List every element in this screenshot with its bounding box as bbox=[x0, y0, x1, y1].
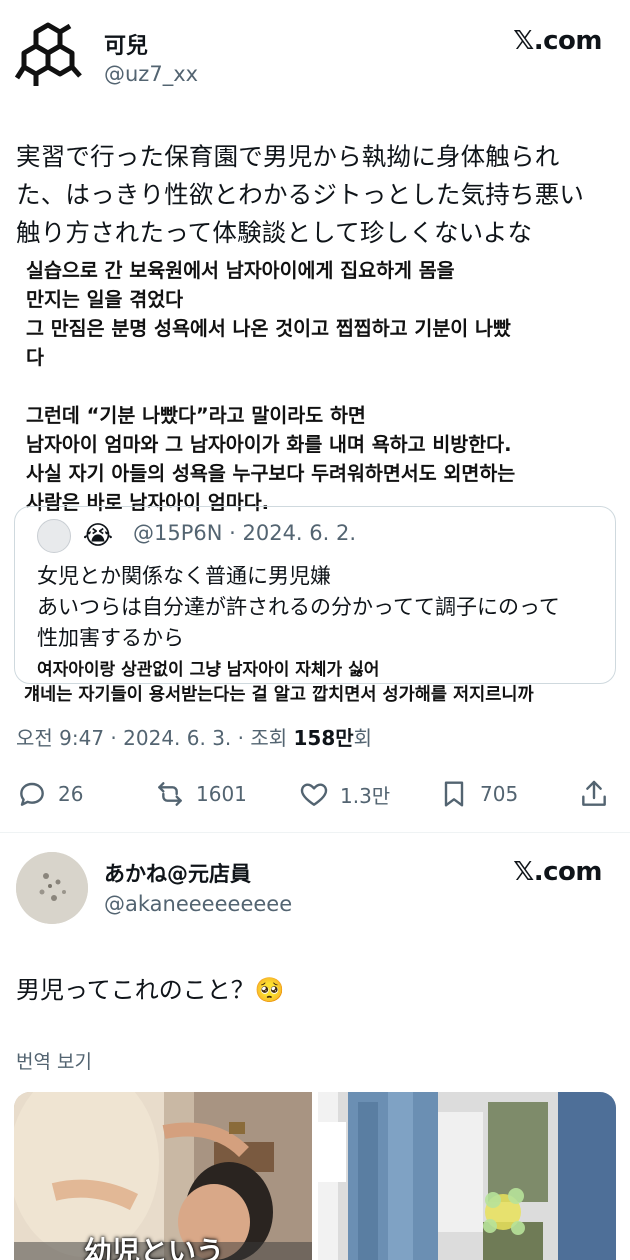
tweet-text: 実習で行った保育園で男児から執拗に身体触られ た、はっきり性欲とわかるジトっとし… bbox=[16, 138, 622, 252]
quoted-tweet-card[interactable]: 😭 @15P6N · 2024. 6. 2. 女児とか関係なく普通に男児嫌 あい… bbox=[14, 506, 616, 684]
timestamp: 오전 9:47 · 2024. 6. 3. · 조회 bbox=[16, 726, 294, 750]
x-com-label: 𝕏.com bbox=[513, 26, 602, 56]
retweet-icon bbox=[158, 782, 182, 806]
quoted-text-line: 女児とか関係なく普通に男児嫌 bbox=[37, 564, 331, 588]
reply-button[interactable]: 26 bbox=[16, 770, 83, 818]
view-suffix: 회 bbox=[353, 726, 373, 750]
hexagon-logo-icon bbox=[14, 22, 82, 86]
author-handle[interactable]: @akaneeeeeeeee bbox=[104, 892, 292, 916]
retweet-count: 1601 bbox=[196, 782, 247, 806]
quoted-translation-line: 여자아이랑 상관없이 그냥 남자아이 자체가 싫어 bbox=[37, 660, 380, 680]
like-button[interactable]: 1.3만 bbox=[298, 770, 390, 818]
x-com-label: 𝕏.com bbox=[513, 857, 602, 887]
retweet-button[interactable]: 1601 bbox=[154, 770, 247, 818]
crying-emoji-icon: 😭 bbox=[82, 521, 114, 551]
translation-line: 다 bbox=[26, 346, 44, 369]
quoted-translation-line: 걔네는 자기들이 용서받는다는 걸 알고 깝치면서 성가해를 저지르니까 bbox=[24, 685, 534, 705]
quoted-text-line: あいつらは自分達が許されるの分かってて調子にのって bbox=[37, 595, 560, 619]
photo-store-image bbox=[318, 1092, 616, 1260]
media-grid[interactable]: 幼児という bbox=[14, 1092, 616, 1260]
share-icon bbox=[582, 780, 606, 806]
tweet-divider bbox=[0, 832, 630, 833]
translate-link[interactable]: 번역 보기 bbox=[16, 1047, 92, 1074]
tweet-text: 男児ってこれのこと？🥺 bbox=[16, 976, 285, 1004]
quoted-text-line: 性加害するから bbox=[37, 626, 184, 650]
quoted-handle-date: @15P6N · 2024. 6. 2. bbox=[133, 521, 357, 545]
heart-icon bbox=[300, 783, 328, 806]
quoted-text: 女児とか関係なく普通に男児嫌 あいつらは自分達が許されるの分かってて調子にのって… bbox=[37, 561, 607, 654]
bookmark-button[interactable]: 705 bbox=[438, 770, 518, 818]
action-bar: 26 1601 1.3만 705 bbox=[0, 770, 630, 818]
hexagon-avatar[interactable] bbox=[14, 20, 86, 92]
translation-line: 남자아이 엄마와 그 남자아이가 화를 내며 욕하고 비방한다. bbox=[26, 433, 512, 456]
translation-line bbox=[26, 372, 616, 401]
reply-count: 26 bbox=[58, 782, 84, 806]
translation-line: 그 만짐은 분명 성욕에서 나온 것이고 찝찝하고 기분이 나빴 bbox=[26, 317, 511, 340]
media-caption: 幼児という bbox=[84, 1235, 225, 1260]
avatar-image bbox=[16, 852, 88, 924]
author-name[interactable]: あかね@元店員 bbox=[104, 858, 251, 888]
author-avatar[interactable] bbox=[16, 852, 88, 924]
media-photo-1[interactable]: 幼児という bbox=[14, 1092, 312, 1260]
share-button[interactable] bbox=[578, 770, 610, 818]
tweet-text-line: 実習で行った保育園で男児から執拗に身体触られ bbox=[16, 142, 560, 171]
translation-line: 만지는 일을 겪었다 bbox=[26, 288, 184, 311]
timestamp-views: 오전 9:47 · 2024. 6. 3. · 조회 158만회 bbox=[16, 722, 372, 751]
translation-line: 실습으로 간 보육원에서 남자아이에게 집요하게 몸을 bbox=[26, 259, 455, 282]
translation-line: 그런데 “기분 나빴다”라고 말이라도 하면 bbox=[26, 404, 366, 427]
tweet-text-line: 触り方されたって体験談として珍しくないよな bbox=[16, 218, 533, 247]
author-name[interactable]: 可兒 bbox=[104, 28, 148, 60]
media-photo-2[interactable] bbox=[318, 1092, 616, 1260]
korean-translation: 실습으로 간 보육원에서 남자아이에게 집요하게 몸을 만지는 일을 겪었다 그… bbox=[26, 256, 616, 517]
view-count: 158만 bbox=[293, 726, 354, 750]
tweet-text-line: た、はっきり性欲とわかるジトっとした気持ち悪い bbox=[16, 180, 585, 209]
quoted-avatar bbox=[37, 519, 71, 553]
author-handle[interactable]: @uz7_xx bbox=[104, 62, 198, 86]
bookmark-count: 705 bbox=[480, 782, 519, 806]
translation-line: 사실 자기 아들의 성욕을 누구보다 두려워하면서도 외면하는 bbox=[26, 462, 516, 485]
bookmark-icon bbox=[444, 781, 464, 807]
like-count: 1.3만 bbox=[340, 783, 391, 808]
reply-icon bbox=[20, 782, 44, 806]
